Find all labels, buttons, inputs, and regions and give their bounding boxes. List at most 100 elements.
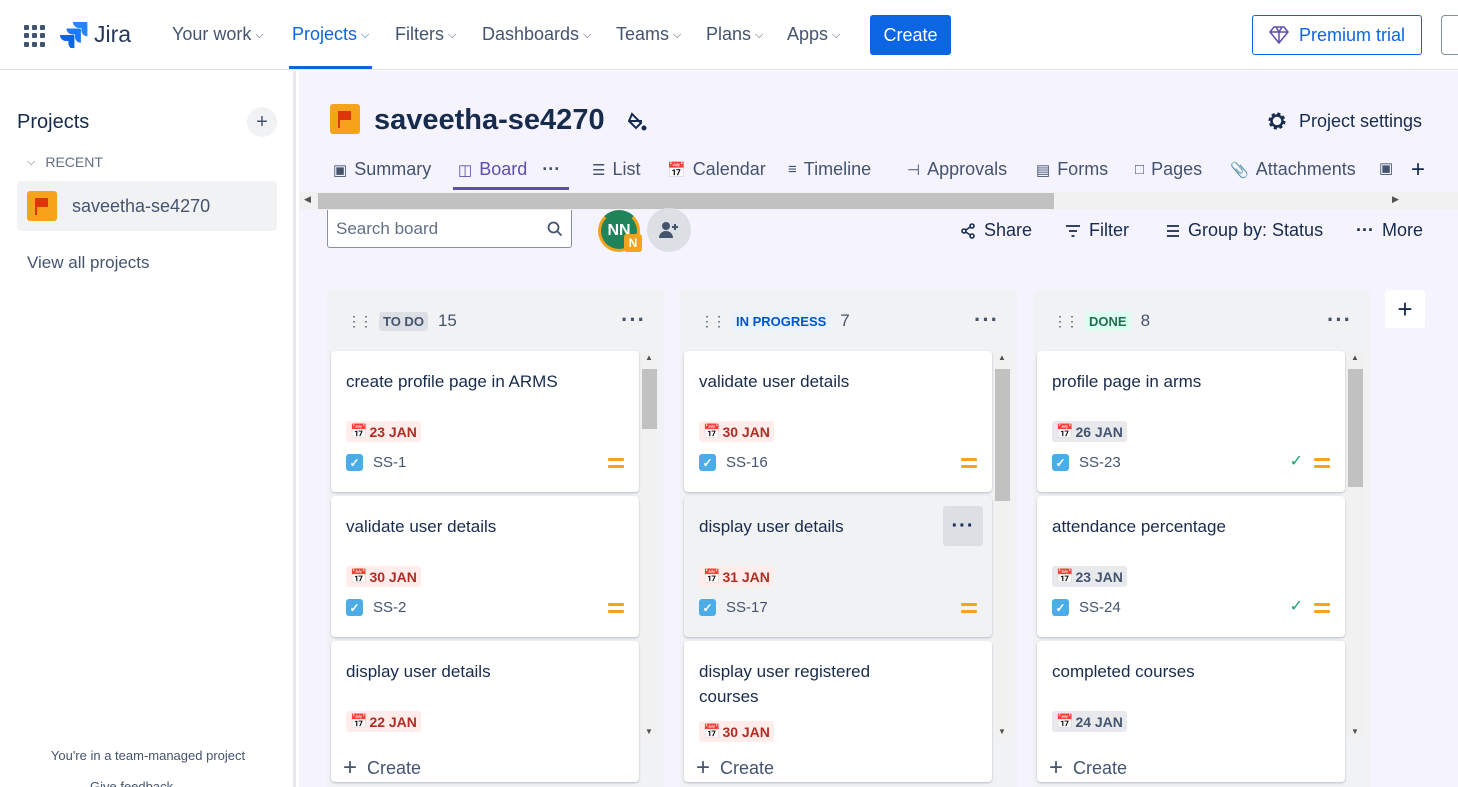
- drag-handle-icon[interactable]: ⋮⋮: [1053, 313, 1079, 330]
- project-settings-button[interactable]: Project settings: [1265, 109, 1422, 133]
- scroll-down-icon[interactable]: ▼: [645, 727, 653, 736]
- tab-more-icon[interactable]: ···: [542, 159, 560, 180]
- search-icon: [547, 221, 563, 236]
- give-feedback-link[interactable]: Give feedback: [90, 779, 173, 787]
- sidebar-item-project[interactable]: saveetha-se4270: [17, 181, 277, 231]
- column-scrollbar[interactable]: ▲ ▼: [641, 351, 658, 739]
- timeline-icon: ≡: [788, 161, 797, 178]
- nav-projects[interactable]: Projects ⌵: [292, 24, 369, 45]
- column-more-icon[interactable]: ···: [1327, 307, 1352, 333]
- global-search-input[interactable]: [1441, 15, 1458, 55]
- scrollbar-thumb[interactable]: [1348, 369, 1363, 487]
- create-button[interactable]: Create: [870, 15, 951, 55]
- tab-calendar[interactable]: 📅 Calendar: [667, 159, 766, 180]
- search-board-placeholder: Search board: [336, 218, 439, 238]
- column-more-icon[interactable]: ···: [974, 307, 999, 333]
- tab-pages[interactable]: □ Pages: [1135, 159, 1202, 180]
- create-issue-button[interactable]: + Create: [343, 754, 421, 782]
- task-type-icon: ✓: [1052, 599, 1069, 616]
- app-switcher-icon[interactable]: [24, 25, 46, 47]
- column-scrollbar[interactable]: ▲ ▼: [994, 351, 1011, 739]
- group-by-button[interactable]: Group by: Status: [1166, 220, 1323, 241]
- due-date-badge: 📅 30 JAN: [699, 421, 774, 442]
- plus-icon: +: [696, 754, 711, 781]
- tab-timeline[interactable]: ≡ Timeline: [788, 159, 871, 180]
- nav-dashboards[interactable]: Dashboards ⌵: [482, 24, 591, 45]
- search-board-input[interactable]: Search board: [327, 210, 572, 248]
- issue-key[interactable]: SS-23: [1079, 454, 1121, 471]
- nav-your-work[interactable]: Your work ⌵: [172, 24, 264, 45]
- monitor-icon: ▣: [1379, 160, 1394, 177]
- card-more-icon[interactable]: ···: [943, 506, 983, 546]
- add-people-button[interactable]: [647, 208, 691, 252]
- scroll-up-icon[interactable]: ▲: [645, 353, 653, 362]
- card-title: attendance percentage: [1052, 517, 1226, 536]
- tab-overflow[interactable]: ▣: [1379, 159, 1393, 177]
- add-tab-button[interactable]: +: [1411, 156, 1425, 184]
- scrollbar-thumb[interactable]: [318, 193, 1054, 209]
- tab-forms[interactable]: ▤ Forms: [1036, 159, 1108, 180]
- share-button[interactable]: Share: [960, 220, 1032, 241]
- tab-forms-label: Forms: [1057, 159, 1109, 179]
- tab-pages-label: Pages: [1151, 159, 1203, 179]
- drag-handle-icon[interactable]: ⋮⋮: [347, 313, 373, 330]
- issue-card[interactable]: create profile page in ARMS 📅 23 JAN ✓ SS-…: [331, 351, 639, 492]
- column-more-icon[interactable]: ···: [621, 307, 646, 333]
- recent-section-toggle[interactable]: ⌵ RECENT: [27, 154, 103, 170]
- premium-trial-button[interactable]: Premium trial: [1252, 15, 1422, 55]
- column-header[interactable]: ⋮⋮ TO DO 15: [347, 311, 457, 331]
- paint-bucket-icon[interactable]: [626, 111, 648, 139]
- issue-key[interactable]: SS-16: [726, 454, 768, 471]
- tab-list[interactable]: ☰ List: [592, 159, 640, 180]
- chevron-down-icon: ⌵: [755, 29, 764, 41]
- add-project-button[interactable]: +: [247, 107, 277, 137]
- create-issue-button[interactable]: + Create: [696, 754, 774, 782]
- scroll-down-icon[interactable]: ▼: [998, 727, 1006, 736]
- column-header[interactable]: ⋮⋮ DONE 8: [1053, 311, 1150, 331]
- scrollbar-thumb[interactable]: [995, 369, 1010, 501]
- tab-approvals[interactable]: ⊣ Approvals: [907, 159, 1007, 180]
- done-check-icon: ✓: [1289, 598, 1303, 615]
- issue-key[interactable]: SS-1: [373, 454, 406, 471]
- more-icon: ···: [1356, 220, 1374, 240]
- priority-medium-icon: [1314, 457, 1330, 469]
- issue-card[interactable]: profile page in arms 📅 26 JAN ✓ SS-23 ✓: [1037, 351, 1345, 492]
- task-type-icon: ✓: [346, 454, 363, 471]
- scroll-up-icon[interactable]: ▲: [1351, 353, 1359, 362]
- scroll-down-icon[interactable]: ▼: [1351, 727, 1359, 736]
- nav-apps[interactable]: Apps ⌵: [787, 24, 840, 45]
- nav-projects-label: Projects: [292, 24, 358, 44]
- card-title: display user registered courses: [699, 662, 871, 706]
- issue-card[interactable]: display user details ··· 📅 31 JAN ✓ SS-17: [684, 496, 992, 637]
- issue-key[interactable]: SS-17: [726, 599, 768, 616]
- column-scrollbar[interactable]: ▲ ▼: [1347, 351, 1364, 739]
- create-issue-button[interactable]: + Create: [1049, 754, 1127, 782]
- add-column-button[interactable]: +: [1385, 290, 1425, 328]
- priority-medium-icon: [608, 457, 624, 469]
- tab-board[interactable]: ◫ Board ···: [458, 159, 560, 180]
- drag-handle-icon[interactable]: ⋮⋮: [700, 313, 726, 330]
- issue-card[interactable]: validate user details 📅 30 JAN ✓ SS-2: [331, 496, 639, 637]
- filter-button[interactable]: Filter: [1065, 220, 1129, 241]
- nav-filters[interactable]: Filters ⌵: [395, 24, 456, 45]
- jira-logo[interactable]: Jira: [60, 20, 131, 48]
- more-button[interactable]: ··· More: [1356, 220, 1423, 241]
- view-all-projects-link[interactable]: View all projects: [27, 253, 150, 273]
- nav-teams[interactable]: Teams ⌵: [616, 24, 681, 45]
- issue-key[interactable]: SS-24: [1079, 599, 1121, 616]
- scroll-up-icon[interactable]: ▲: [998, 353, 1006, 362]
- tab-active-indicator: [453, 187, 569, 190]
- chevron-down-icon: ⌵: [673, 29, 682, 41]
- scrollbar-thumb[interactable]: [642, 369, 657, 429]
- scroll-left-icon[interactable]: ◀: [304, 194, 311, 205]
- create-issue-label: Create: [367, 757, 422, 778]
- tab-attachments[interactable]: 📎 Attachments: [1230, 159, 1356, 180]
- column-header[interactable]: ⋮⋮ IN PROGRESS 7: [700, 311, 850, 331]
- nav-plans[interactable]: Plans ⌵: [706, 24, 763, 45]
- scroll-right-icon[interactable]: ▶: [1392, 194, 1399, 205]
- issue-card[interactable]: attendance percentage 📅 23 JAN ✓ SS-24 ✓: [1037, 496, 1345, 637]
- issue-card[interactable]: validate user details 📅 30 JAN ✓ SS-16: [684, 351, 992, 492]
- tabs-scrollbar[interactable]: ◀ ▶: [299, 192, 1458, 210]
- issue-key[interactable]: SS-2: [373, 599, 406, 616]
- tab-summary[interactable]: ▣ Summary: [333, 159, 431, 180]
